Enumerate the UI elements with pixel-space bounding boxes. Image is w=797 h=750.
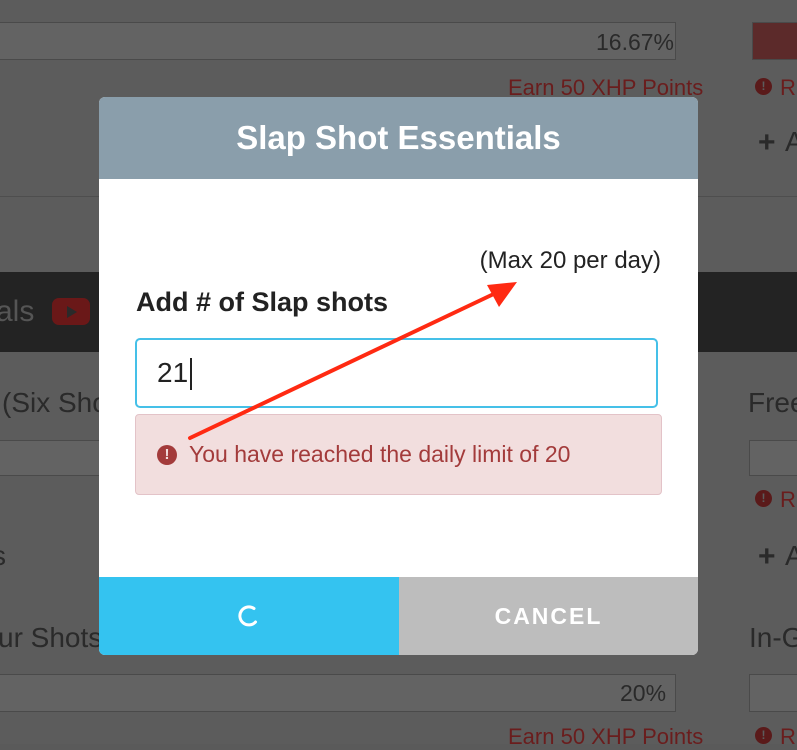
alert-icon-2: !	[755, 490, 772, 507]
earn-points-bottom: Earn 50 XHP Points	[508, 724, 704, 749]
text-caret	[190, 358, 192, 390]
section-title-partial: als	[0, 295, 35, 328]
youtube-icon	[52, 298, 90, 325]
plus-icon-2: +	[758, 540, 776, 573]
row-right-title-1: Free	[748, 387, 797, 418]
input-box-left	[0, 440, 100, 476]
max-per-day-note: (Max 20 per day)	[479, 247, 661, 274]
row-left-title-2: ur Shots	[0, 622, 103, 653]
field-label: Add # of Slap shots	[136, 287, 389, 317]
percent-bottom: 20%	[620, 680, 667, 706]
rl-label-3: RI	[780, 724, 797, 749]
rl-label: RI	[780, 75, 797, 100]
exclamation-circle-icon: !	[157, 444, 177, 465]
row-right-title-2: In-Ga	[749, 622, 797, 653]
rl-label-2: RI	[780, 487, 797, 512]
error-message-box: ! You have reached the daily limit of 20	[135, 414, 662, 495]
input-box-right-2	[749, 674, 797, 712]
percent-top: 16.67%	[596, 29, 675, 55]
s-partial: s	[0, 540, 6, 572]
add-partial: A	[785, 126, 797, 157]
loading-spinner-icon	[238, 605, 257, 627]
modal-title: Slap Shot Essentials	[236, 119, 561, 156]
progress-box-right	[752, 22, 797, 60]
progress-box-bottom	[0, 674, 676, 712]
alert-icon-3: !	[755, 727, 772, 744]
slap-shots-input[interactable]	[135, 338, 658, 408]
cancel-button[interactable]: CANCEL	[399, 577, 698, 655]
error-message: You have reached the daily limit of 20	[189, 441, 571, 467]
progress-box-top	[0, 22, 676, 60]
input-box-right	[749, 440, 797, 476]
submit-button[interactable]	[99, 577, 399, 655]
modal-dialog: Slap Shot Essentials (Max 20 per day) Ad…	[99, 97, 698, 655]
alert-icon: !	[755, 78, 772, 95]
add-partial-2: A	[785, 540, 797, 571]
modal-header: Slap Shot Essentials	[99, 97, 698, 179]
plus-icon: +	[758, 126, 776, 159]
